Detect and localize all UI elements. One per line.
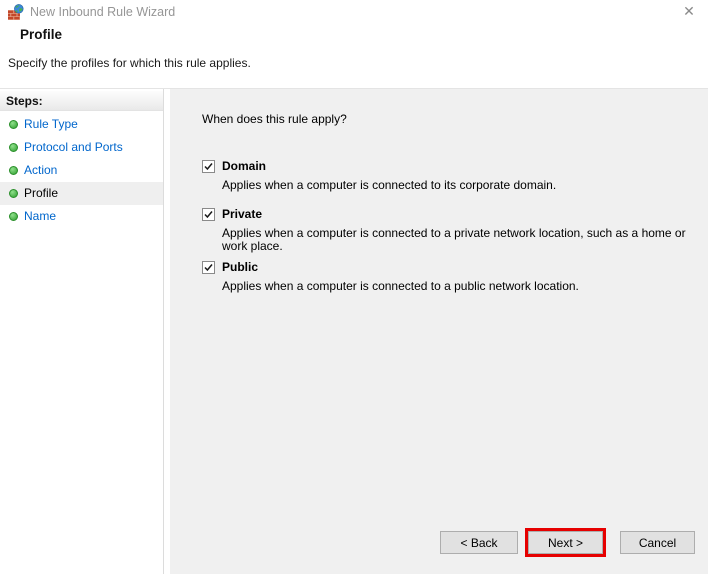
step-label: Profile	[24, 186, 58, 200]
step-bullet-icon	[9, 120, 18, 129]
step-label: Name	[24, 209, 56, 223]
private-checkbox[interactable]	[202, 208, 215, 221]
sidebar-item-action[interactable]: Action	[0, 159, 163, 182]
step-label: Rule Type	[24, 117, 78, 131]
sidebar-item-rule-type[interactable]: Rule Type	[0, 113, 163, 136]
step-bullet-icon	[9, 166, 18, 175]
main-panel: When does this rule apply? Domain Applie…	[170, 89, 708, 574]
sidebar-item-profile[interactable]: Profile	[0, 182, 163, 205]
cancel-button[interactable]: Cancel	[620, 531, 695, 554]
domain-label: Domain	[222, 159, 266, 173]
step-label: Protocol and Ports	[24, 140, 123, 154]
step-bullet-icon	[9, 143, 18, 152]
steps-list: Rule Type Protocol and Ports Action Prof…	[0, 113, 163, 228]
private-label: Private	[222, 207, 262, 221]
step-bullet-icon	[9, 189, 18, 198]
domain-checkbox[interactable]	[202, 160, 215, 173]
public-label: Public	[222, 260, 258, 274]
public-description: Applies when a computer is connected to …	[222, 280, 579, 293]
title-bar: New Inbound Rule Wizard ✕	[0, 0, 708, 26]
profile-group-domain: Domain Applies when a computer is connec…	[202, 159, 556, 192]
profile-group-public: Public Applies when a computer is connec…	[202, 260, 579, 293]
step-label: Action	[24, 163, 57, 177]
public-checkbox[interactable]	[202, 261, 215, 274]
next-button-highlight-annotation: Next >	[525, 528, 606, 557]
window-title: New Inbound Rule Wizard	[30, 5, 175, 19]
profile-group-private: Private Applies when a computer is conne…	[202, 207, 700, 253]
back-button[interactable]: < Back	[440, 531, 518, 554]
next-button[interactable]: Next >	[528, 531, 603, 554]
steps-sidebar: Steps: Rule Type Protocol and Ports Acti…	[0, 89, 164, 574]
wizard-dialog: New Inbound Rule Wizard ✕ Profile Specif…	[0, 0, 708, 574]
sidebar-item-protocol-and-ports[interactable]: Protocol and Ports	[0, 136, 163, 159]
page-title: Profile	[20, 27, 62, 42]
private-description: Applies when a computer is connected to …	[222, 227, 700, 253]
sidebar-item-name[interactable]: Name	[0, 205, 163, 228]
page-subtitle: Specify the profiles for which this rule…	[8, 56, 251, 70]
close-icon[interactable]: ✕	[680, 2, 698, 20]
question-text: When does this rule apply?	[202, 112, 347, 126]
domain-description: Applies when a computer is connected to …	[222, 179, 556, 192]
steps-heading: Steps:	[0, 91, 163, 111]
step-bullet-icon	[9, 212, 18, 221]
firewall-icon	[8, 4, 24, 20]
